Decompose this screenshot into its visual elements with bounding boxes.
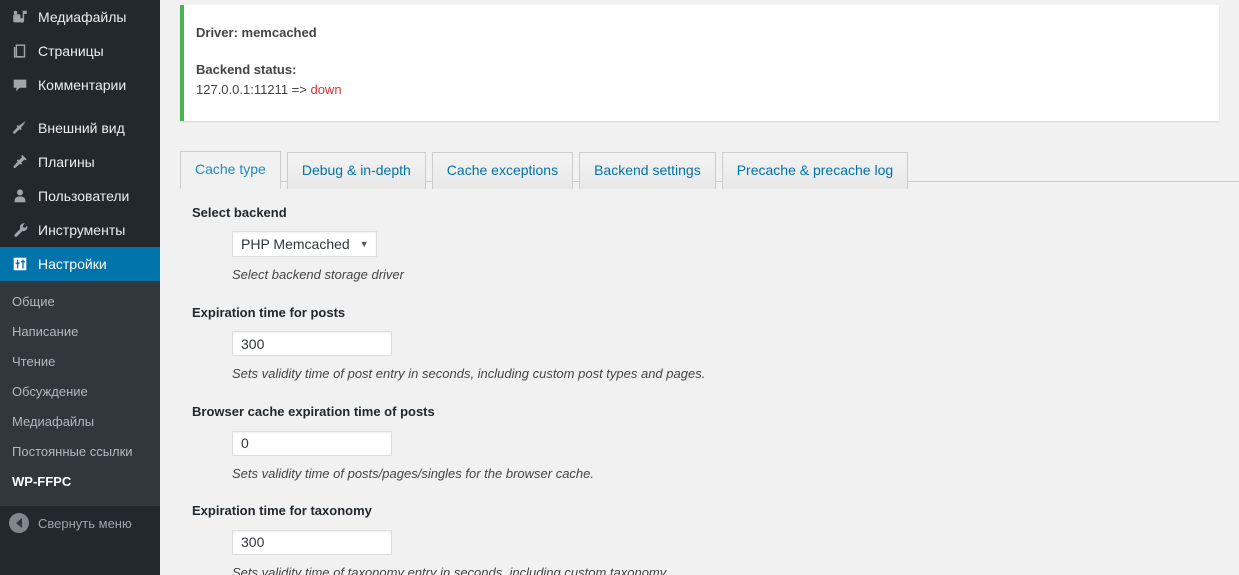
pages-icon (10, 41, 30, 61)
backend-status-label: Backend status: (196, 43, 1207, 80)
backend-select[interactable]: PHP Memcached ▼ (232, 231, 377, 257)
sidebar-item-4[interactable]: Внешний вид (0, 111, 160, 145)
sidebar-item-8[interactable]: Настройки (0, 247, 160, 281)
comments-icon (10, 75, 30, 95)
backend-server-address: 127.0.0.1:11211 => (196, 82, 310, 97)
tools-icon (10, 220, 30, 240)
field-block-2: Expiration time for posts Sets validity t… (192, 305, 1239, 384)
media-icon (10, 7, 30, 27)
collapse-menu-button[interactable]: Свернуть меню (0, 506, 160, 540)
tab-4[interactable]: Backend settings (579, 152, 716, 190)
collapse-menu-label: Свернуть меню (38, 516, 132, 531)
field-description: Sets validity time of posts/pages/single… (192, 465, 1239, 483)
field-label: Browser cache expiration time of posts (192, 404, 1239, 421)
admin-menu: Медиафайлы Страницы Комментарии Внешний вид… (0, 0, 160, 281)
content-area: Driver: memcached Backend status: 127.0.… (160, 0, 1239, 575)
sidebar-item-label: Настройки (38, 255, 107, 273)
field-block-1: Select backend PHP Memcached ▼ Select backe… (192, 205, 1239, 285)
submenu-item-6[interactable]: Постоянные ссылки (0, 437, 160, 467)
sidebar-item-label: Страницы (38, 42, 104, 60)
sidebar-item-5[interactable]: Плагины (0, 145, 160, 179)
chevron-down-icon: ▼ (360, 240, 369, 249)
field-block-3: Browser cache expiration time of posts Se… (192, 404, 1239, 483)
tab-3[interactable]: Cache exceptions (432, 152, 573, 190)
submenu-item-1[interactable]: Общие (0, 287, 160, 317)
users-icon (10, 186, 30, 206)
collapse-arrow-icon (9, 513, 29, 533)
settings-icon (10, 254, 30, 274)
sidebar-item-2[interactable]: Страницы (0, 34, 160, 68)
sidebar-item-7[interactable]: Инструменты (0, 213, 160, 247)
field-control (192, 530, 1239, 555)
backend-status-value: 127.0.0.1:11211 => down (196, 79, 1207, 120)
sidebar-item-label: Плагины (38, 153, 95, 171)
menu-separator (0, 102, 160, 111)
field-label: Expiration time for posts (192, 305, 1239, 322)
field-control (192, 431, 1239, 456)
tab-2[interactable]: Debug & in-depth (287, 152, 426, 190)
status-badge: down (310, 82, 341, 97)
admin-sidebar: Медиафайлы Страницы Комментарии Внешний вид… (0, 0, 160, 575)
submenu-item-4[interactable]: Обсуждение (0, 377, 160, 407)
sidebar-item-label: Пользователи (38, 187, 129, 205)
appearance-icon (10, 118, 30, 138)
submenu-list: ОбщиеНаписаниеЧтениеОбсуждениеМедиафайлы… (0, 287, 160, 497)
sidebar-item-3[interactable]: Комментарии (0, 68, 160, 102)
sidebar-item-label: Внешний вид (38, 119, 125, 137)
admin-page: Медиафайлы Страницы Комментарии Внешний вид… (0, 0, 1239, 575)
driver-line: Driver: memcached (196, 6, 1207, 43)
field-description: Sets validity time of taxonomy entry in … (192, 564, 1239, 575)
backend-status-notice: Driver: memcached Backend status: 127.0.… (180, 5, 1219, 121)
sidebar-item-label: Медиафайлы (38, 8, 126, 26)
plugins-icon (10, 152, 30, 172)
submenu-item-5[interactable]: Медиафайлы (0, 407, 160, 437)
field-input-3[interactable] (232, 431, 392, 456)
submenu-item-3[interactable]: Чтение (0, 347, 160, 377)
field-label: Expiration time for taxonomy (192, 503, 1239, 520)
submenu-item-7[interactable]: WP-FFPC (0, 467, 160, 497)
settings-form: Select backend PHP Memcached ▼ Select backe… (180, 182, 1239, 575)
sidebar-item-label: Инструменты (38, 221, 125, 239)
field-description: Select backend storage driver (192, 266, 1239, 284)
field-block-4: Expiration time for taxonomy Sets validit… (192, 503, 1239, 575)
field-description: Sets validity time of post entry in seco… (192, 365, 1239, 383)
sidebar-item-label: Комментарии (38, 76, 126, 94)
settings-submenu: ОбщиеНаписаниеЧтениеОбсуждениеМедиафайлы… (0, 281, 160, 506)
field-input-2[interactable] (232, 331, 392, 356)
sidebar-item-6[interactable]: Пользователи (0, 179, 160, 213)
field-control (192, 331, 1239, 356)
tab-1[interactable]: Cache type (180, 151, 281, 190)
backend-select-value: PHP Memcached (241, 236, 350, 252)
tab-5[interactable]: Precache & precache log (722, 152, 908, 190)
field-label: Select backend (192, 205, 1239, 222)
settings-tabs: Cache typeDebug & in-depthCache exceptio… (180, 142, 1239, 182)
field-control: PHP Memcached ▼ (192, 231, 1239, 257)
sidebar-item-1[interactable]: Медиафайлы (0, 0, 160, 34)
submenu-item-2[interactable]: Написание (0, 317, 160, 347)
field-input-4[interactable] (232, 530, 392, 555)
